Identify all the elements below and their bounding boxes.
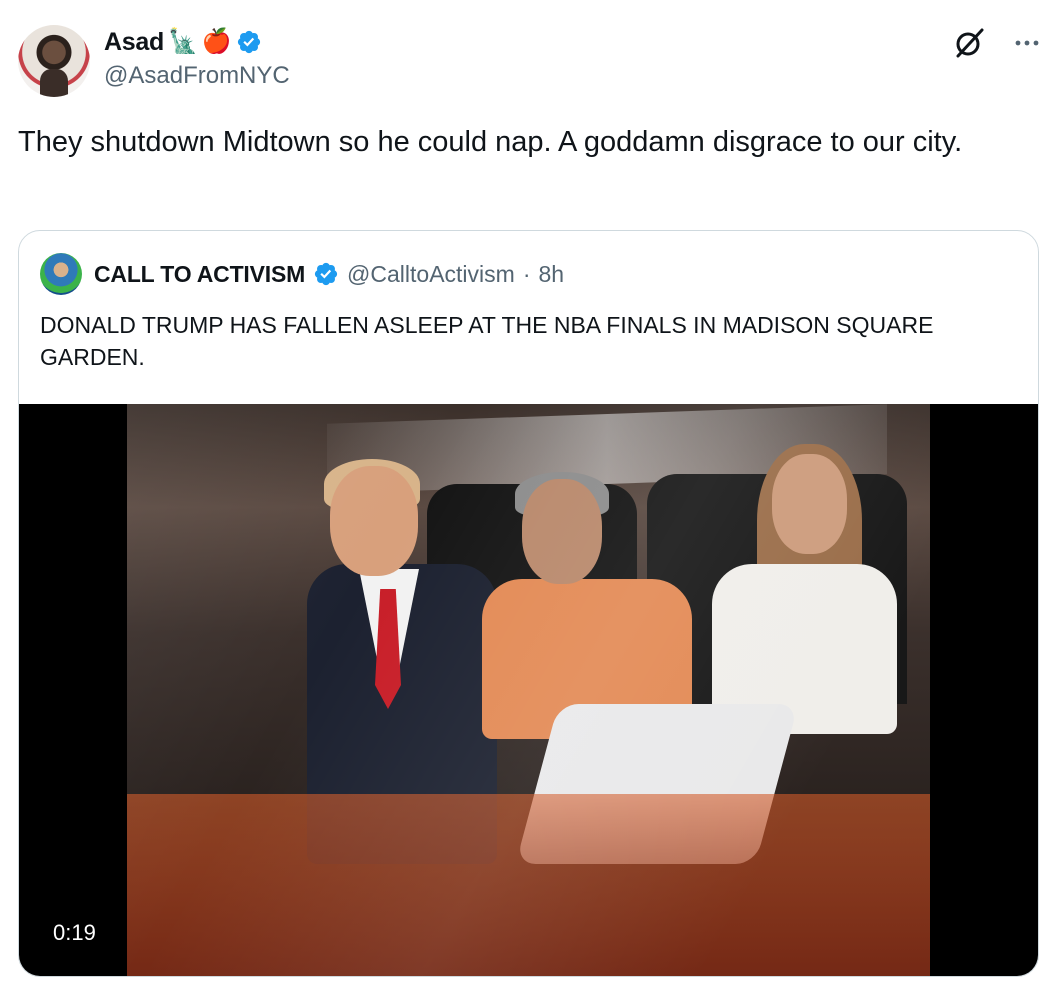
tweet[interactable]: Asad 🗽 🍎 @AsadFromNYC They shutdown Midt… [0, 0, 1062, 990]
quoted-timestamp[interactable]: 8h [538, 261, 564, 288]
tweet-text: They shutdown Midtown so he could nap. A… [18, 126, 963, 158]
apple-emoji: 🍎 [201, 28, 232, 55]
quoted-author-handle[interactable]: @CalltoActivism [347, 261, 515, 288]
statue-of-liberty-emoji: 🗽 [167, 28, 198, 55]
grok-icon[interactable] [952, 26, 986, 60]
more-icon[interactable] [1014, 30, 1040, 56]
top-actions [952, 26, 1040, 60]
quoted-tweet-text: DONALD TRUMP HAS FALLEN ASLEEP AT THE NB… [40, 312, 934, 370]
author-name-row: Asad 🗽 🍎 [104, 26, 290, 58]
author-avatar[interactable] [18, 25, 90, 97]
author-info: Asad 🗽 🍎 @AsadFromNYC [104, 26, 290, 90]
video-player[interactable]: 0:19 [19, 404, 1038, 976]
author-handle[interactable]: @AsadFromNYC [104, 62, 290, 90]
verified-badge-icon[interactable] [236, 29, 262, 55]
quoted-separator: · [522, 260, 531, 287]
video-frame [127, 404, 930, 976]
quoted-tweet-header: CALL TO ACTIVISM @CalltoActivism · 8h [40, 253, 564, 295]
author-name[interactable]: Asad [104, 28, 164, 57]
video-duration: 0:19 [43, 913, 106, 953]
quoted-tweet[interactable]: CALL TO ACTIVISM @CalltoActivism · 8h DO… [18, 230, 1039, 977]
quoted-author-name[interactable]: CALL TO ACTIVISM [94, 261, 305, 288]
quoted-author-avatar[interactable] [40, 253, 82, 295]
quoted-verified-badge-icon [314, 262, 338, 286]
